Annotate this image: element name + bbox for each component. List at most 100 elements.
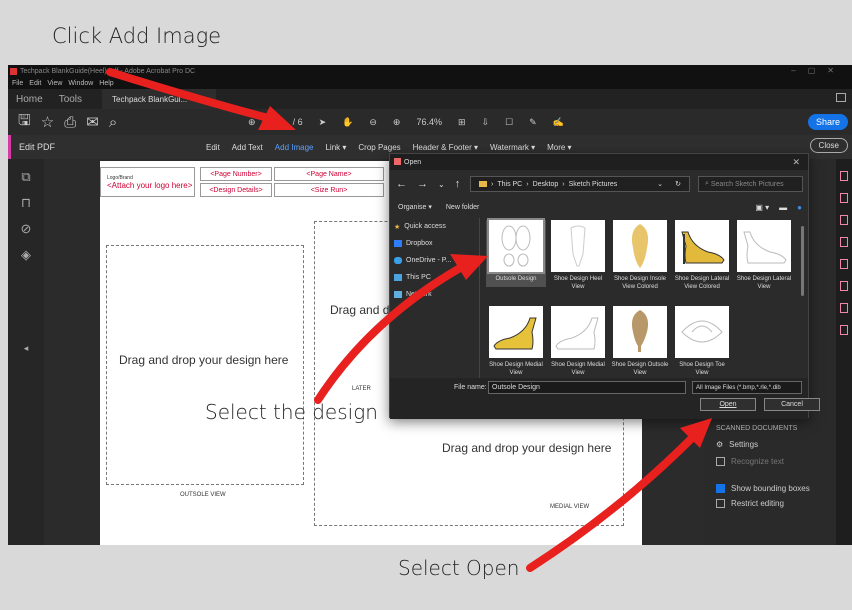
sign-icon[interactable]: ✍ [553,117,564,128]
page-current[interactable]: 1 [272,117,277,127]
save-icon[interactable]: 🖫 [18,110,31,135]
menu-view[interactable]: View [47,80,62,87]
back-arrow-icon[interactable]: ← [396,178,407,190]
pages-icon[interactable]: ⧉ [8,169,44,185]
comment-icon[interactable]: ☐ [505,117,513,128]
preview-pane-icon[interactable]: ▬ [779,203,787,212]
file-tile[interactable]: Shoe Design Medial View [548,306,608,377]
path-desktop[interactable]: Desktop [533,181,559,188]
title-bar: Techpack BlankGuide(Heel).pdf - Adobe Ac… [8,65,852,78]
print-icon[interactable]: ⎙ [64,114,76,131]
refresh-icon[interactable]: ↻ [675,180,681,188]
bounding-boxes-checkbox[interactable] [716,484,725,493]
scroll-icon[interactable]: ⇩ [482,117,490,128]
tool-icon[interactable] [840,215,848,225]
star-icon[interactable]: ☆ [41,113,54,131]
search-input[interactable]: ⌕ Search Sketch Pictures [698,176,803,192]
edit-button[interactable]: Edit [206,143,220,152]
file-tile[interactable]: Shoe Design Outsole View [610,306,670,377]
nav-dropbox[interactable]: Dropbox [390,235,479,252]
nav-quick-access[interactable]: ★ Quick access [390,218,479,235]
restrict-editing-row[interactable]: Restrict editing [716,499,784,508]
menu-edit[interactable]: Edit [29,80,41,87]
tab-tools[interactable]: Tools [51,94,90,105]
crop-pages-button[interactable]: Crop Pages [358,143,400,152]
page-name-field: <Page Name> [274,167,384,181]
file-tile[interactable]: Shoe Design Insole View Colored [610,220,670,291]
tab-home[interactable]: Home [8,94,51,105]
tool-icon[interactable] [840,237,848,247]
collapse-icon[interactable]: ◂ [8,343,44,354]
file-grid-scrollbar[interactable] [801,226,804,296]
star-icon: ★ [394,224,401,231]
zoom-level[interactable]: 76.4% [416,117,442,127]
menu-help[interactable]: Help [99,80,113,87]
tool-icon[interactable] [840,281,848,291]
tool-icon[interactable] [840,259,848,269]
search-icon[interactable]: ⌕ [109,114,117,131]
fit-icon[interactable]: ⊞ [458,117,466,128]
chevron-down-icon[interactable]: ⌄ [438,180,445,189]
close-icon[interactable]: × [201,95,206,104]
nav-onedrive[interactable]: OneDrive - P... [390,252,479,269]
tool-icon[interactable] [840,325,848,335]
address-bar[interactable]: › This PC › Desktop › Sketch Pictures ⌄ … [470,176,690,192]
recognize-text-checkbox[interactable] [716,457,725,466]
file-name: Shoe Design Medial View [551,362,605,376]
header-footer-button[interactable]: Header & Footer ▾ [413,143,478,152]
bounding-boxes-row[interactable]: Show bounding boxes [716,484,810,493]
chevron-down-icon[interactable]: ⌄ [657,180,663,188]
layers-icon[interactable]: ◈ [8,247,44,263]
watermark-button[interactable]: Watermark ▾ [490,143,535,152]
restrict-editing-checkbox[interactable] [716,499,725,508]
file-tile[interactable]: Shoe Design Medial View [486,306,546,377]
hand-icon[interactable]: ✋ [342,117,353,128]
help-icon[interactable]: ● [797,203,802,212]
cancel-button[interactable]: Cancel [764,398,820,411]
file-tile[interactable]: Shoe Design Lateral View Colored [672,220,732,291]
pen-icon[interactable]: ✎ [529,117,537,128]
up-arrow-icon[interactable]: ↑ [455,178,461,190]
file-name-input[interactable]: Outsole Design [488,381,686,394]
open-button[interactable]: Open [700,398,756,411]
nav-this-pc[interactable]: This PC [390,269,479,286]
bookmark-icon[interactable]: ⊓ [8,195,44,211]
tool-icon[interactable] [840,303,848,313]
chat-icon[interactable] [836,93,846,102]
attachment-icon[interactable]: ⊘ [8,221,44,237]
add-text-button[interactable]: Add Text [232,143,263,152]
window-controls[interactable]: –▢✕ [791,66,846,75]
page-up-icon[interactable]: ⊕ [248,117,256,128]
zoom-out-icon[interactable]: ⊖ [369,117,377,128]
zoom-in-icon[interactable]: ⊕ [393,117,401,128]
lateral-view-label: LATER [352,386,371,392]
link-button[interactable]: Link ▾ [325,143,346,152]
settings-row[interactable]: ⚙ Settings [716,440,758,449]
file-tile[interactable]: Outsole Design [486,218,546,287]
organise-button[interactable]: Organise ▾ [398,203,432,211]
tab-document[interactable]: Techpack BlankGui... × [102,89,216,109]
file-tile[interactable]: Shoe Design Heel View [548,220,608,291]
close-edit-button[interactable]: Close [809,138,848,153]
forward-arrow-icon[interactable]: → [417,178,428,190]
menu-file[interactable]: File [12,80,23,87]
file-tile[interactable]: Shoe Design Toe View [672,306,732,377]
more-button[interactable]: More ▾ [547,143,571,152]
view-options-icon[interactable]: ▣ ▾ [755,203,769,212]
share-button[interactable]: Share [807,114,848,130]
menu-window[interactable]: Window [68,80,93,87]
recognize-text-row[interactable]: Recognize text [716,457,784,466]
cursor-icon[interactable]: ➤ [319,117,327,128]
nav-network[interactable]: Network [390,286,479,303]
file-type-select[interactable]: All Image Files (*.bmp,*.rle,*.dib [692,381,802,394]
tool-icon[interactable] [840,193,848,203]
mail-icon[interactable]: ✉ [86,113,99,131]
tool-icon[interactable] [840,171,848,181]
file-tile[interactable]: Shoe Design Lateral View [734,220,794,291]
close-icon[interactable]: ✕ [792,157,800,168]
add-image-button[interactable]: Add Image [275,143,314,152]
new-folder-button[interactable]: New folder [446,204,479,211]
path-sketch-pictures[interactable]: Sketch Pictures [569,181,618,188]
logo-box: Logo/Brand <Attach your logo here> [100,167,195,197]
path-this-pc[interactable]: This PC [497,181,522,188]
